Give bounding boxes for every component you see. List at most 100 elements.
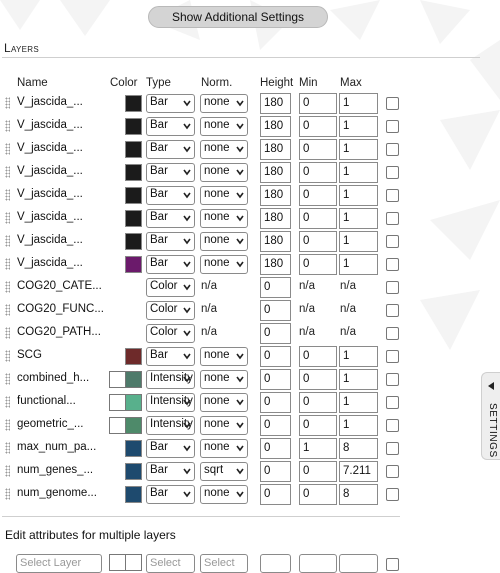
height-input[interactable]: 180 <box>260 254 291 275</box>
type-select[interactable]: Intensity <box>146 393 195 412</box>
drag-handle-icon[interactable] <box>5 281 10 293</box>
norm-select[interactable]: none <box>200 393 248 412</box>
multi-edit-max-input[interactable] <box>339 554 378 573</box>
min-input[interactable]: 0 <box>299 346 337 367</box>
type-select[interactable]: Bar <box>146 186 195 205</box>
norm-select[interactable]: none <box>200 140 248 159</box>
layer-checkbox[interactable] <box>386 281 399 294</box>
type-select[interactable]: Color <box>146 301 195 320</box>
type-select[interactable]: Bar <box>146 163 195 182</box>
min-input[interactable]: 0 <box>299 93 337 114</box>
height-input[interactable]: 180 <box>260 185 291 206</box>
min-input[interactable]: 0 <box>299 139 337 160</box>
multi-edit-color-picker[interactable] <box>109 554 142 571</box>
color-swatch[interactable] <box>125 118 142 135</box>
norm-select[interactable]: none <box>200 232 248 251</box>
drag-handle-icon[interactable] <box>5 488 10 500</box>
height-input[interactable]: 180 <box>260 208 291 229</box>
color-swatch[interactable] <box>125 256 142 273</box>
color-swatch[interactable] <box>125 187 142 204</box>
norm-select[interactable]: none <box>200 347 248 366</box>
norm-select[interactable]: none <box>200 416 248 435</box>
layer-checkbox[interactable] <box>386 258 399 271</box>
min-input[interactable]: 0 <box>299 185 337 206</box>
layer-checkbox[interactable] <box>386 465 399 478</box>
norm-select[interactable]: none <box>200 117 248 136</box>
norm-select[interactable]: none <box>200 186 248 205</box>
max-input[interactable]: 8 <box>339 438 378 459</box>
max-input[interactable]: 7.211 <box>339 461 378 482</box>
height-input[interactable]: 180 <box>260 93 291 114</box>
layer-checkbox[interactable] <box>386 120 399 133</box>
norm-select[interactable]: none <box>200 209 248 228</box>
height-input[interactable]: 0 <box>260 461 291 482</box>
drag-handle-icon[interactable] <box>5 143 10 155</box>
layer-checkbox[interactable] <box>386 212 399 225</box>
type-select[interactable]: Intensity <box>146 370 195 389</box>
max-input[interactable]: 1 <box>339 392 378 413</box>
min-input[interactable]: 0 <box>299 484 337 505</box>
norm-select[interactable]: none <box>200 485 248 504</box>
height-input[interactable]: 0 <box>260 346 291 367</box>
color-pair-picker[interactable] <box>109 371 142 388</box>
drag-handle-icon[interactable] <box>5 258 10 270</box>
color-swatch[interactable] <box>125 210 142 227</box>
type-select[interactable]: Bar <box>146 94 195 113</box>
multi-edit-height-input[interactable] <box>260 554 291 573</box>
type-select[interactable]: Bar <box>146 462 195 481</box>
multi-edit-type-select[interactable]: Select <box>146 554 195 573</box>
drag-handle-icon[interactable] <box>5 396 10 408</box>
height-input[interactable]: 180 <box>260 116 291 137</box>
height-input[interactable]: 0 <box>260 392 291 413</box>
type-select[interactable]: Color <box>146 278 195 297</box>
height-input[interactable]: 0 <box>260 323 291 344</box>
height-input[interactable]: 0 <box>260 415 291 436</box>
multi-edit-norm-select[interactable]: Select <box>200 554 248 573</box>
max-input[interactable]: 8 <box>339 484 378 505</box>
min-input[interactable]: 0 <box>299 392 337 413</box>
min-input[interactable]: 0 <box>299 369 337 390</box>
drag-handle-icon[interactable] <box>5 304 10 316</box>
layer-checkbox[interactable] <box>386 189 399 202</box>
color-swatch[interactable] <box>125 348 142 365</box>
max-input[interactable]: 1 <box>339 369 378 390</box>
norm-select[interactable]: none <box>200 255 248 274</box>
drag-handle-icon[interactable] <box>5 327 10 339</box>
max-input[interactable]: 1 <box>339 139 378 160</box>
norm-select[interactable]: none <box>200 163 248 182</box>
drag-handle-icon[interactable] <box>5 189 10 201</box>
layer-checkbox[interactable] <box>386 419 399 432</box>
layer-checkbox[interactable] <box>386 373 399 386</box>
color-swatch[interactable] <box>125 141 142 158</box>
layer-checkbox[interactable] <box>386 488 399 501</box>
max-input[interactable]: 1 <box>339 185 378 206</box>
min-input[interactable]: 0 <box>299 231 337 252</box>
type-select[interactable]: Bar <box>146 117 195 136</box>
height-input[interactable]: 180 <box>260 231 291 252</box>
max-input[interactable]: 1 <box>339 346 378 367</box>
type-select[interactable]: Bar <box>146 209 195 228</box>
show-additional-settings-button[interactable]: Show Additional Settings <box>148 6 328 28</box>
max-input[interactable]: 1 <box>339 116 378 137</box>
max-input[interactable]: 1 <box>339 162 378 183</box>
norm-select[interactable]: sqrt <box>200 462 248 481</box>
drag-handle-icon[interactable] <box>5 373 10 385</box>
min-input[interactable]: 0 <box>299 254 337 275</box>
color-swatch[interactable] <box>125 233 142 250</box>
color-pair-picker[interactable] <box>109 394 142 411</box>
max-input[interactable]: 1 <box>339 415 378 436</box>
layer-checkbox[interactable] <box>386 350 399 363</box>
type-select[interactable]: Bar <box>146 255 195 274</box>
color-swatch[interactable] <box>125 164 142 181</box>
height-input[interactable]: 0 <box>260 277 291 298</box>
drag-handle-icon[interactable] <box>5 419 10 431</box>
drag-handle-icon[interactable] <box>5 350 10 362</box>
max-input[interactable]: 1 <box>339 254 378 275</box>
layer-checkbox[interactable] <box>386 396 399 409</box>
min-input[interactable]: 0 <box>299 415 337 436</box>
layer-checkbox[interactable] <box>386 97 399 110</box>
layer-checkbox[interactable] <box>386 304 399 317</box>
color-pair-picker[interactable] <box>109 417 142 434</box>
type-select[interactable]: Bar <box>146 347 195 366</box>
multi-edit-layer-select[interactable]: Select Layer <box>16 554 102 573</box>
